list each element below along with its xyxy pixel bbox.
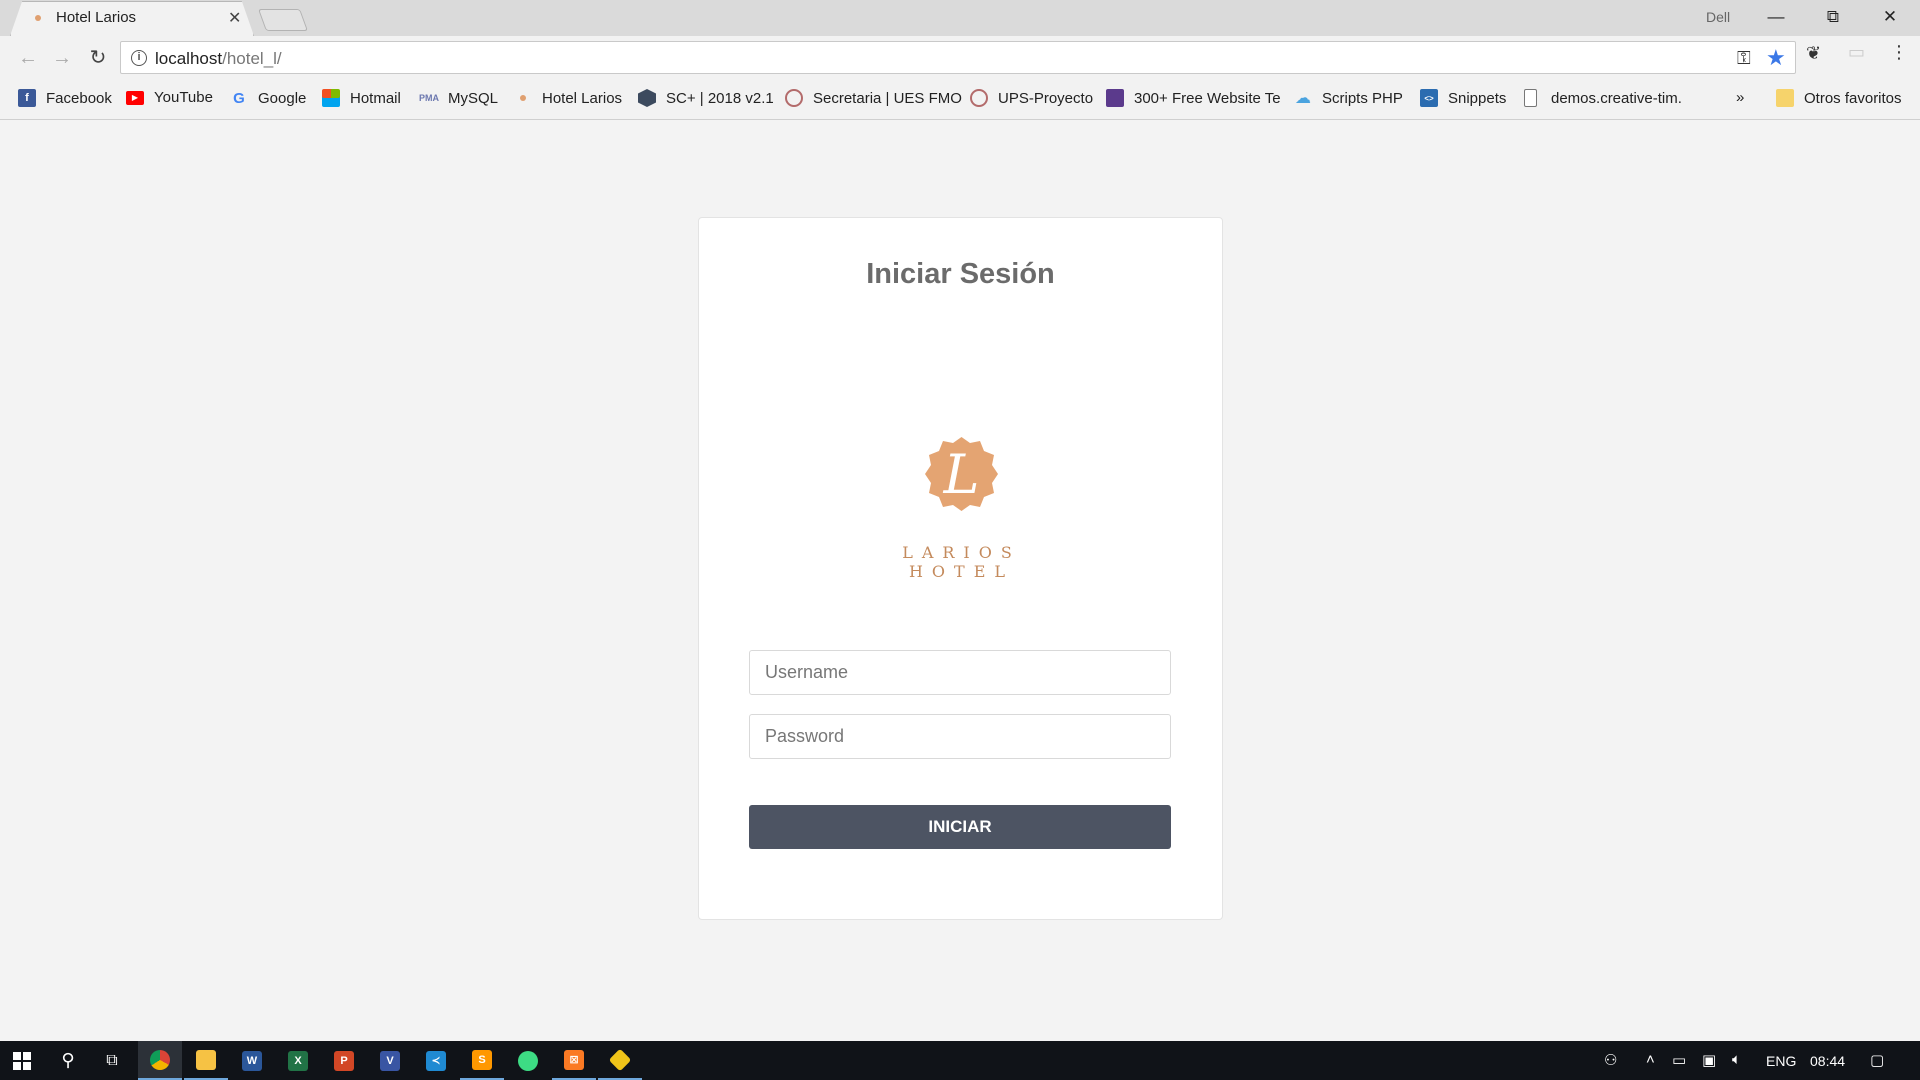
- bookmark-hotmail[interactable]: Hotmail: [322, 89, 401, 107]
- microsoft-icon: [322, 89, 340, 107]
- colorlib-icon: [1106, 89, 1124, 107]
- people-icon[interactable]: ⚇: [1604, 1051, 1617, 1069]
- logo-text: LARIOS HOTEL: [902, 543, 1021, 581]
- browser-toolbar: ← → ↻ i localhost/hotel_l/ ⚿ ★ ❦ ▭ ⋮: [0, 36, 1920, 80]
- phpmyadmin-icon: PMA: [419, 93, 439, 103]
- profile-name[interactable]: Dell: [1706, 9, 1730, 25]
- clock[interactable]: 08:44: [1810, 1053, 1845, 1069]
- bookmark-youtube[interactable]: ▶ YouTube: [126, 89, 213, 106]
- powerpoint-icon[interactable]: P: [322, 1041, 366, 1080]
- tab-content: Hotel Larios: [30, 9, 136, 26]
- bookmark-free-templates[interactable]: 300+ Free Website Te: [1106, 89, 1281, 107]
- minimize-button[interactable]: —: [1756, 4, 1796, 30]
- tab-title: Hotel Larios: [56, 9, 137, 26]
- bookmark-google[interactable]: G Google: [230, 89, 306, 107]
- search-icon[interactable]: ⚲: [46, 1041, 90, 1080]
- bookmark-secretaria[interactable]: Secretaria | UES FMO: [785, 89, 962, 107]
- visio-icon[interactable]: V: [368, 1041, 412, 1080]
- forward-icon[interactable]: →: [50, 46, 74, 70]
- cast-icon[interactable]: ▭: [1848, 42, 1865, 63]
- bookmark-ups-proyecto[interactable]: UPS-Proyecto: [970, 89, 1093, 107]
- password-input[interactable]: [750, 715, 1170, 758]
- login-card: Iniciar Sesión L LARIOS HOTEL INICIAR: [698, 217, 1223, 920]
- login-title: Iniciar Sesión: [866, 258, 1055, 290]
- battery-icon[interactable]: ▭: [1672, 1051, 1686, 1069]
- youtube-icon: ▶: [126, 90, 144, 105]
- larios-hotel-logo: L LARIOS HOTEL: [843, 433, 1080, 581]
- file-explorer-icon[interactable]: [184, 1041, 228, 1080]
- larios-favicon-icon: [30, 10, 46, 26]
- address-bar[interactable]: i localhost/hotel_l/ ⚿ ★: [120, 41, 1796, 74]
- bookmark-mysql[interactable]: PMA MySQL: [419, 89, 498, 107]
- bookmark-creative-tim[interactable]: demos.creative-tim.: [1524, 89, 1682, 107]
- new-tab-button[interactable]: [257, 9, 309, 31]
- chrome-taskbar-icon[interactable]: [138, 1041, 182, 1080]
- cloud-icon: ☁: [1295, 90, 1311, 107]
- extension-icon[interactable]: ❦: [1806, 43, 1821, 64]
- sublime-text-icon[interactable]: S: [460, 1041, 504, 1080]
- git-icon[interactable]: [598, 1041, 642, 1080]
- facebook-icon: f: [18, 89, 36, 107]
- code-icon: <>: [1420, 89, 1438, 107]
- reload-icon[interactable]: ↻: [86, 46, 110, 70]
- info-icon[interactable]: i: [131, 50, 147, 66]
- password-field[interactable]: [749, 714, 1171, 759]
- bookmark-snippets[interactable]: <> Snippets: [1420, 89, 1506, 107]
- tab-close-icon[interactable]: ✕: [228, 8, 241, 28]
- windows-icon: [13, 1051, 31, 1070]
- network-icon[interactable]: ▣: [1702, 1051, 1716, 1069]
- windows-taskbar: ⚲ ⧉ W X P V ≺ S ⊠ ⚇ ˄ ▭ ▣ 🔈︎ ENG 08:44 ▢: [0, 1041, 1920, 1080]
- bookmarks-bar: f Facebook ▶ YouTube G Google Hotmail PM…: [0, 80, 1920, 120]
- bookmark-hotel-larios[interactable]: Hotel Larios: [514, 89, 622, 107]
- restore-button[interactable]: ⧉: [1813, 4, 1853, 30]
- bookmark-scripts-php[interactable]: ☁ Scripts PHP: [1294, 89, 1403, 108]
- page-icon: [1524, 89, 1537, 107]
- android-studio-icon[interactable]: [506, 1041, 550, 1080]
- google-icon: G: [233, 89, 245, 107]
- tab-strip: Hotel Larios ✕ Dell — ⧉ ✕: [0, 0, 1920, 36]
- other-bookmarks-folder[interactable]: Otros favoritos: [1776, 89, 1902, 107]
- language-indicator[interactable]: ENG: [1766, 1053, 1796, 1069]
- back-icon[interactable]: ←: [16, 46, 40, 70]
- bookmark-star-icon[interactable]: ★: [1766, 45, 1786, 71]
- xampp-icon[interactable]: ⊠: [552, 1041, 596, 1080]
- volume-icon[interactable]: 🔈︎: [1732, 1051, 1741, 1068]
- vscode-icon[interactable]: ≺: [414, 1041, 458, 1080]
- username-input[interactable]: [750, 651, 1170, 694]
- ues-icon: [785, 89, 803, 107]
- start-button[interactable]: [0, 1041, 44, 1080]
- key-icon[interactable]: ⚿: [1737, 48, 1751, 69]
- url-text[interactable]: localhost/hotel_l/: [155, 49, 282, 69]
- hexagon-icon: [638, 89, 656, 107]
- task-view-icon[interactable]: ⧉: [90, 1041, 134, 1080]
- notifications-icon[interactable]: ▢: [1870, 1051, 1884, 1069]
- bookmark-facebook[interactable]: f Facebook: [18, 89, 112, 107]
- excel-icon[interactable]: X: [276, 1041, 320, 1080]
- logo-seal-icon: L: [925, 437, 998, 511]
- bookmark-sc[interactable]: SC+ | 2018 v2.1: [638, 89, 774, 107]
- larios-icon: [514, 89, 532, 107]
- folder-icon: [1776, 89, 1794, 107]
- chevron-up-icon[interactable]: ˄: [1646, 1051, 1655, 1068]
- ues-icon: [970, 89, 988, 107]
- menu-icon[interactable]: ⋮: [1890, 42, 1908, 63]
- bookmarks-overflow-button[interactable]: »: [1736, 89, 1744, 106]
- username-field[interactable]: [749, 650, 1171, 695]
- close-window-button[interactable]: ✕: [1870, 4, 1910, 30]
- word-icon[interactable]: W: [230, 1041, 274, 1080]
- logo-letter: L: [943, 443, 980, 506]
- login-submit-button[interactable]: INICIAR: [749, 805, 1171, 849]
